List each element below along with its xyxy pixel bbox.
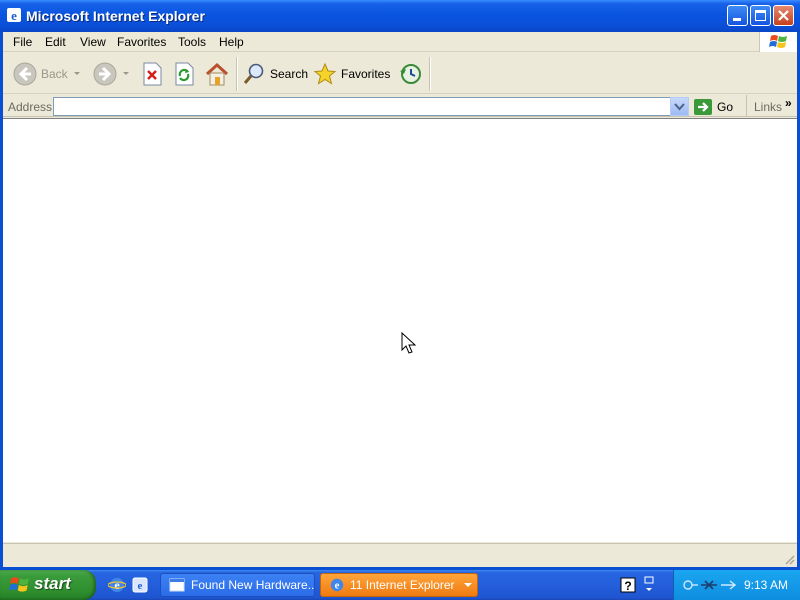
links-label: Links (754, 100, 783, 114)
taskbar-item-internet-explorer[interactable]: e 11 Internet Explorer (320, 573, 478, 597)
menu-favorites[interactable]: Favorites (117, 35, 166, 49)
window-title: Microsoft Internet Explorer (26, 8, 205, 24)
menu-help[interactable]: Help (219, 35, 244, 49)
go-button[interactable]: Go (693, 96, 733, 117)
dropdown-arrow-icon (74, 72, 80, 75)
mouse-cursor-icon (401, 332, 417, 354)
address-dropdown-button[interactable] (670, 97, 689, 116)
browser-window: e Microsoft Internet Explorer File Edit … (0, 0, 800, 570)
window-icon (169, 578, 185, 592)
svg-text:e: e (114, 578, 120, 592)
clock[interactable]: 9:13 AM (744, 578, 788, 592)
menu-bar: File Edit View Favorites Tools Help (3, 32, 797, 52)
ie-icon: e (330, 578, 344, 592)
group-dropdown-icon (464, 583, 472, 587)
minimize-button[interactable] (727, 5, 748, 26)
back-button[interactable]: Back (13, 59, 68, 89)
forward-dropdown[interactable] (122, 59, 130, 89)
toolbar-separator (429, 57, 430, 91)
stop-icon (143, 62, 162, 86)
minimize-icon (733, 18, 741, 21)
system-tray: 9:13 AM (673, 570, 800, 600)
stop-button[interactable] (141, 59, 163, 89)
maximize-icon (755, 10, 766, 21)
svg-text:e: e (11, 8, 17, 23)
status-bar (3, 543, 797, 567)
start-label: start (34, 574, 71, 593)
windows-flag-icon (769, 35, 787, 48)
history-button[interactable] (398, 59, 424, 89)
search-label: Search (270, 67, 309, 81)
volume-icon[interactable] (720, 580, 736, 590)
go-label: Go (717, 99, 734, 114)
close-button[interactable] (773, 5, 794, 26)
forward-button[interactable] (93, 59, 117, 89)
search-button[interactable]: Search (242, 59, 308, 89)
help-icon[interactable]: ? (620, 577, 636, 593)
close-icon (778, 10, 789, 21)
home-icon (205, 62, 229, 86)
taskbar-item-label: 11 Internet Explorer (350, 578, 455, 592)
language-switch-icon[interactable] (643, 576, 655, 594)
search-icon (243, 63, 264, 84)
quicklaunch-ie-icon[interactable]: e (108, 576, 126, 594)
back-label: Back (41, 67, 68, 81)
taskbar-item-found-new-hardware[interactable]: Found New Hardware... (160, 573, 315, 597)
links-bar[interactable]: Links » (746, 95, 797, 117)
home-button[interactable] (204, 59, 230, 89)
links-chevron-icon[interactable]: » (785, 96, 792, 110)
maximize-button[interactable] (750, 5, 771, 26)
refresh-button[interactable] (173, 59, 195, 89)
chevron-down-icon (674, 103, 685, 111)
standard-toolbar: Back Search Favorites (3, 53, 797, 94)
taskbar-item-label: Found New Hardware... (191, 578, 315, 592)
resize-grip-icon[interactable] (783, 553, 795, 565)
window-frame: File Edit View Favorites Tools Help Back… (0, 32, 800, 570)
dropdown-arrow-icon (123, 72, 129, 75)
address-label: Address (8, 100, 53, 114)
address-input[interactable] (53, 97, 689, 116)
history-icon (400, 64, 421, 84)
favorites-label: Favorites (341, 67, 391, 81)
address-bar: Address Go Links » (3, 95, 797, 117)
quicklaunch-desktop-icon[interactable]: e (131, 576, 149, 594)
taskbar: start e e Found New Hardware... e 11 Int… (0, 570, 800, 600)
svg-text:e: e (335, 581, 340, 592)
windows-flag-icon (9, 577, 29, 592)
menu-tools[interactable]: Tools (178, 35, 206, 49)
menu-file[interactable]: File (13, 35, 32, 49)
star-icon (313, 62, 337, 85)
toolbar-separator (236, 57, 237, 91)
page-content[interactable] (3, 118, 797, 542)
back-dropdown[interactable] (73, 59, 81, 89)
connection-icon[interactable] (700, 578, 718, 592)
forward-arrow-icon (93, 62, 117, 86)
windows-logo (759, 32, 797, 52)
start-button[interactable]: start (0, 570, 96, 600)
back-arrow-icon (13, 62, 37, 86)
refresh-icon (175, 62, 194, 86)
menu-view[interactable]: View (80, 35, 106, 49)
menu-edit[interactable]: Edit (45, 35, 66, 49)
svg-text:?: ? (624, 579, 631, 593)
ie-icon: e (7, 8, 21, 23)
favorites-button[interactable]: Favorites (313, 59, 390, 89)
svg-text:e: e (138, 580, 143, 592)
network-icon[interactable] (682, 577, 700, 593)
go-arrow-icon (694, 98, 712, 115)
title-bar[interactable]: e Microsoft Internet Explorer (0, 0, 800, 32)
